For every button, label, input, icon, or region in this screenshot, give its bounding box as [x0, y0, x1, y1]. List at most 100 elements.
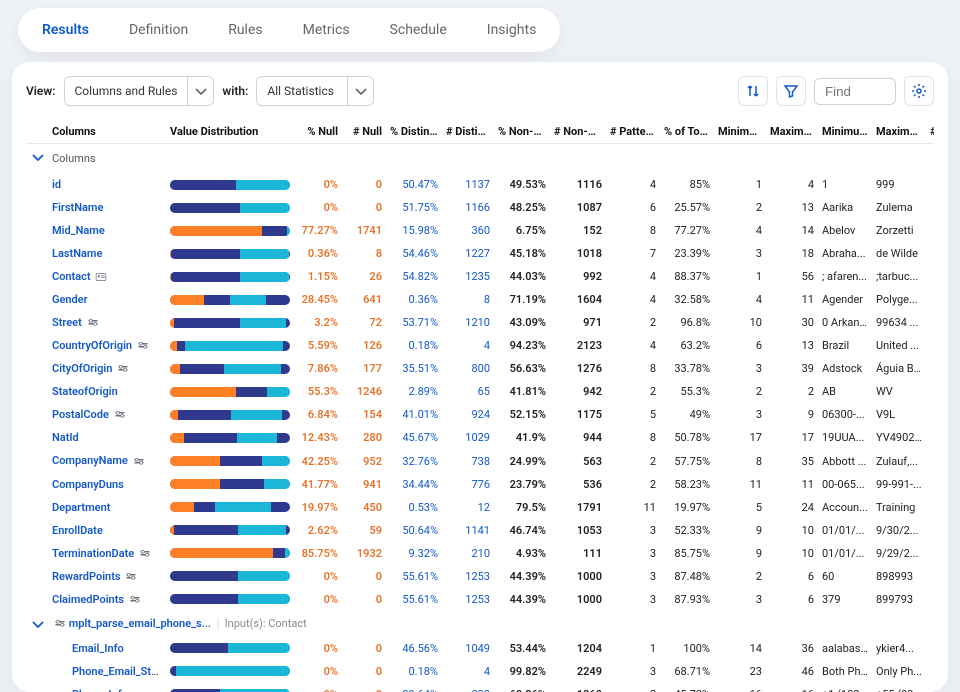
num-distinct[interactable]: 1253 — [442, 565, 494, 588]
col-maxval[interactable]: Maximu... — [872, 120, 926, 144]
num-distinct[interactable]: 12 — [442, 496, 494, 519]
sort-button[interactable] — [738, 76, 768, 106]
tab-schedule[interactable]: Schedule — [370, 12, 467, 48]
view-select[interactable]: Columns and Rules — [64, 76, 215, 106]
num-distinct[interactable]: 65 — [442, 380, 494, 403]
filter-button[interactable] — [776, 76, 806, 106]
column-name[interactable]: Street — [52, 316, 82, 329]
column-name[interactable]: Phone_Info — [72, 688, 128, 692]
num-distinct[interactable]: 1235 — [442, 265, 494, 288]
pct-distinct[interactable]: 0.18% — [386, 334, 442, 357]
pct-distinct[interactable]: 50.47% — [386, 173, 442, 196]
col-minval[interactable]: Minimum... — [818, 120, 872, 144]
pct-distinct[interactable]: 0.18% — [386, 660, 442, 683]
pct-distinct[interactable]: 55.61% — [386, 565, 442, 588]
pct-distinct[interactable]: 34.44% — [386, 473, 442, 496]
collapse-icon[interactable] — [30, 149, 44, 165]
pct-distinct[interactable]: 35.51% — [386, 357, 442, 380]
column-name[interactable]: CountryOfOrigin — [52, 339, 132, 352]
column-name[interactable]: CityOfOrigin — [52, 362, 112, 375]
column-name[interactable]: Email_Info — [72, 642, 124, 655]
tab-metrics[interactable]: Metrics — [283, 12, 370, 48]
num-distinct[interactable]: 4 — [442, 334, 494, 357]
column-name[interactable]: FirstName — [52, 201, 103, 214]
pct-distinct[interactable]: 32.76% — [386, 449, 442, 472]
pct-distinct[interactable]: 39.64% — [386, 683, 442, 692]
data-grid[interactable]: Columns Value Distribution % Null # Null… — [26, 120, 934, 692]
num-distinct[interactable]: 1253 — [442, 588, 494, 611]
num-distinct[interactable]: 800 — [442, 357, 494, 380]
col-ptop[interactable]: % of Top ... — [660, 120, 714, 144]
num-distinct[interactable]: 4 — [442, 660, 494, 683]
num-distinct[interactable]: 360 — [442, 219, 494, 242]
num-nondistinct: 1116 — [550, 173, 606, 196]
pct-distinct[interactable]: 54.46% — [386, 242, 442, 265]
num-distinct[interactable]: 210 — [442, 542, 494, 565]
column-name[interactable]: Mid_Name — [52, 224, 105, 237]
tab-results[interactable]: Results — [22, 12, 109, 48]
col-dist[interactable]: Value Distribution — [166, 120, 296, 144]
col-ndist[interactable]: # Distinct — [442, 120, 494, 144]
with-select[interactable]: All Statistics — [256, 76, 374, 106]
settings-button[interactable] — [904, 76, 934, 106]
column-name[interactable]: CompanyName — [52, 454, 128, 467]
column-name[interactable]: NatId — [52, 431, 79, 444]
col-maxlen[interactable]: Maximu... — [766, 120, 818, 144]
col-pnond[interactable]: % Non-di... — [494, 120, 550, 144]
column-name[interactable]: Phone_Email_Status — [72, 665, 166, 678]
col-nblank[interactable]: # Blank — [926, 120, 934, 144]
num-distinct[interactable]: 1137 — [442, 173, 494, 196]
collapse-icon[interactable] — [30, 616, 44, 632]
column-name[interactable]: PostalCode — [52, 408, 109, 421]
ruleset-name[interactable]: mplt_parse_email_phone_s... — [69, 617, 211, 630]
column-name[interactable]: Department — [52, 501, 110, 514]
col-columns[interactable]: Columns — [48, 120, 166, 144]
col-minlen[interactable]: Minimum... — [714, 120, 766, 144]
column-name[interactable]: TerminationDate — [52, 547, 134, 560]
max-length: 2 — [766, 380, 818, 403]
pct-distinct[interactable]: 55.61% — [386, 588, 442, 611]
pct-distinct[interactable]: 0.53% — [386, 496, 442, 519]
pct-distinct[interactable]: 45.67% — [386, 426, 442, 449]
column-name[interactable]: CompanyDuns — [52, 478, 124, 491]
column-name[interactable]: EnrollDate — [52, 524, 103, 537]
col-nnond[interactable]: # Non-dis... — [550, 120, 606, 144]
find-input[interactable] — [814, 78, 896, 105]
column-name[interactable]: ClaimedPoints — [52, 593, 124, 606]
num-distinct[interactable]: 1141 — [442, 519, 494, 542]
col-expand — [26, 120, 48, 144]
col-npat[interactable]: # Patterns — [606, 120, 660, 144]
col-pdist[interactable]: % Distinct — [386, 120, 442, 144]
pct-distinct[interactable]: 15.98% — [386, 219, 442, 242]
tab-definition[interactable]: Definition — [109, 12, 208, 48]
column-name[interactable]: Gender — [52, 293, 88, 306]
pct-distinct[interactable]: 51.75% — [386, 196, 442, 219]
num-distinct[interactable]: 776 — [442, 473, 494, 496]
column-name[interactable]: StateofOrigin — [52, 385, 118, 398]
pct-distinct[interactable]: 0.36% — [386, 288, 442, 311]
pct-distinct[interactable]: 53.71% — [386, 311, 442, 334]
col-pnull[interactable]: % Null — [296, 120, 342, 144]
num-distinct[interactable]: 1029 — [442, 426, 494, 449]
tab-rules[interactable]: Rules — [208, 12, 282, 48]
pct-distinct[interactable]: 54.82% — [386, 265, 442, 288]
pct-distinct[interactable]: 46.56% — [386, 637, 442, 660]
pct-distinct[interactable]: 50.64% — [386, 519, 442, 542]
tab-insights[interactable]: Insights — [467, 12, 557, 48]
num-distinct[interactable]: 924 — [442, 403, 494, 426]
column-name[interactable]: LastName — [52, 247, 102, 260]
num-distinct[interactable]: 8 — [442, 288, 494, 311]
column-name[interactable]: Contact — [52, 270, 91, 283]
col-nnull[interactable]: # Null — [342, 120, 386, 144]
pct-distinct[interactable]: 41.01% — [386, 403, 442, 426]
pct-distinct[interactable]: 9.32% — [386, 542, 442, 565]
pct-distinct[interactable]: 2.89% — [386, 380, 442, 403]
num-distinct[interactable]: 738 — [442, 449, 494, 472]
column-name[interactable]: RewardPoints — [52, 570, 121, 583]
num-distinct[interactable]: 1210 — [442, 311, 494, 334]
num-distinct[interactable]: 1166 — [442, 196, 494, 219]
num-distinct[interactable]: 1049 — [442, 637, 494, 660]
num-distinct[interactable]: 1227 — [442, 242, 494, 265]
column-name[interactable]: id — [52, 178, 61, 191]
num-distinct[interactable]: 893 — [442, 683, 494, 692]
